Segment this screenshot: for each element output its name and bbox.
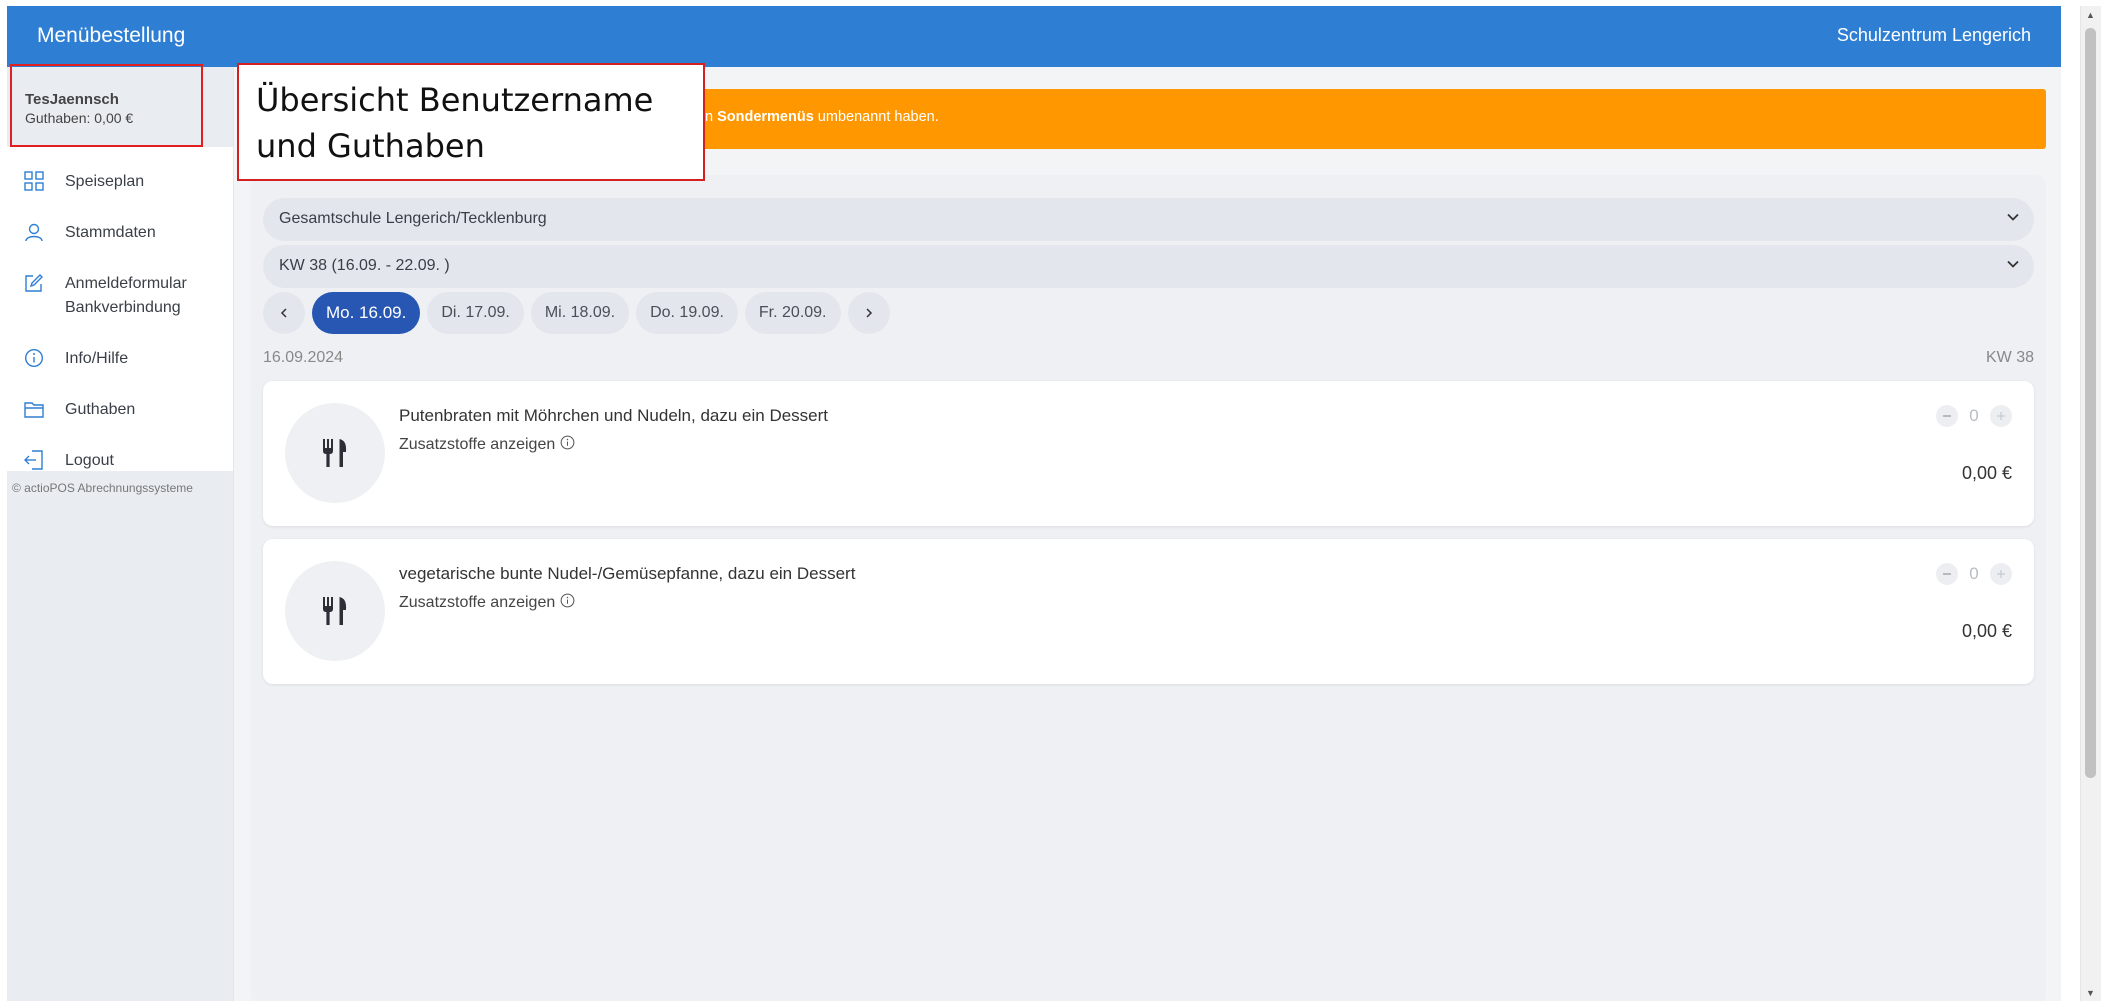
sidebar-item-anmeldeformular[interactable]: Anmeldeformular Bankverbindung [7,265,233,327]
increase-button[interactable] [1990,405,2012,427]
sidebar: TesJaennsch Guthaben: 0,00 € Speiseplan … [7,67,234,1001]
day-tab-mo[interactable]: Mo. 16.09. [312,292,421,334]
decrease-button[interactable] [1936,563,1958,585]
notice-prefix: n [705,109,718,125]
sidebar-item-info-hilfe[interactable]: Info/Hilfe [7,340,233,378]
menu-panel: Gesamtschule Lengerich/Tecklenburg KW 38… [251,175,2046,1001]
meal-name: vegetarische bunte Nudel-/Gemüsepfanne, … [399,564,856,583]
day-tab-do[interactable]: Do. 19.09. [636,292,738,334]
logout-icon [20,449,48,471]
copyright: © actioPOS Abrechnungssysteme [12,481,193,495]
sidebar-item-label: Speiseplan [65,173,145,190]
chevron-down-icon [2006,257,2020,276]
school-select-value: Gesamtschule Lengerich/Tecklenburg [279,210,547,227]
date-row: 16.09.2024 KW 38 [263,349,2034,367]
additives-label: Zusatzstoffe anzeigen [399,594,556,611]
notice-bold: Sondermenüs [717,109,814,125]
sidebar-item-speiseplan[interactable]: Speiseplan [7,163,233,201]
info-icon [20,347,48,369]
prev-day-button[interactable] [263,292,305,334]
calendar-week: KW 38 [1985,349,2034,366]
sidebar-item-stammdaten[interactable]: Stammdaten [7,214,233,252]
chevron-right-icon [865,308,872,318]
sidebar-item-label: Guthaben [65,401,136,418]
decrease-button[interactable] [1936,405,1958,427]
cutlery-icon [285,561,385,661]
day-tab-fr[interactable]: Fr. 20.09. [744,292,841,334]
quantity-value: 0 [1969,564,1979,583]
top-header: Menübestellung Schulzentrum Lengerich [7,6,2061,67]
selected-date: 16.09.2024 [263,349,344,366]
wallet-icon [20,398,48,420]
annotation-line-1: Übersicht Benutzername [256,81,654,119]
notice-text: n Sondermenüs umbenannt haben. [705,109,939,125]
additives-link[interactable]: Zusatzstoffe anzeigen [399,593,575,613]
sidebar-footer: © actioPOS Abrechnungssysteme [7,471,233,1001]
plus-icon [1997,570,2005,578]
scroll-down-icon[interactable]: ▼ [2086,988,2095,998]
app-title: Menübestellung [37,24,186,47]
minus-icon [1943,415,1951,417]
scroll-up-icon[interactable]: ▲ [2086,10,2095,20]
quantity-stepper: 0 [1936,563,2012,585]
minus-icon [1943,573,1951,575]
week-select-value: KW 38 (16.09. - 22.09. ) [279,257,450,274]
annotation-callout: Übersicht Benutzername und Guthaben [237,63,705,181]
meal-card: vegetarische bunte Nudel-/Gemüsepfanne, … [263,539,2034,684]
day-tab-di[interactable]: Di. 17.09. [427,292,524,334]
info-icon [560,435,575,455]
sidebar-nav: Speiseplan Stammdaten Anmeldeformular Ba… [7,163,233,493]
sidebar-item-label: Logout [65,452,114,469]
user-icon [20,221,48,243]
sidebar-item-guthaben[interactable]: Guthaben [7,391,233,429]
day-tab-mi[interactable]: Mi. 18.09. [530,292,630,334]
chevron-down-icon [2006,210,2020,229]
cutlery-icon [285,403,385,503]
sidebar-item-label: Info/Hilfe [65,350,129,367]
meal-price: 0,00 € [1961,621,2012,641]
grid-icon [20,170,48,192]
annotation-line-2: und Guthaben [256,127,485,165]
next-day-button[interactable] [847,292,890,334]
school-name: Schulzentrum Lengerich [1836,25,2031,45]
meal-name: Putenbraten mit Möhrchen und Nudeln, daz… [399,406,829,425]
school-select[interactable]: Gesamtschule Lengerich/Tecklenburg [263,198,2034,241]
week-select[interactable]: KW 38 (16.09. - 22.09. ) [263,245,2034,288]
annotation-highlight-box [10,64,203,147]
quantity-stepper: 0 [1936,405,2012,427]
scrollbar-thumb[interactable] [2085,28,2096,778]
meal-price: 0,00 € [1961,463,2012,483]
vertical-scrollbar[interactable]: ▲ ▼ [2080,6,2101,1001]
meal-card: Putenbraten mit Möhrchen und Nudeln, daz… [263,381,2034,526]
chevron-left-icon [280,308,287,318]
sidebar-item-label: Anmeldeformular [65,275,187,292]
sidebar-item-label: Stammdaten [65,224,156,241]
additives-label: Zusatzstoffe anzeigen [399,436,556,453]
plus-icon [1997,412,2005,420]
quantity-value: 0 [1969,406,1979,425]
day-selector: Mo. 16.09. Di. 17.09. Mi. 18.09. Do. 19.… [263,291,897,335]
increase-button[interactable] [1990,563,2012,585]
sidebar-item-label-2: Bankverbindung [65,299,181,316]
notice-suffix: umbenannt haben. [813,109,939,125]
info-icon [560,593,575,613]
edit-icon [20,272,48,294]
additives-link[interactable]: Zusatzstoffe anzeigen [399,435,575,455]
